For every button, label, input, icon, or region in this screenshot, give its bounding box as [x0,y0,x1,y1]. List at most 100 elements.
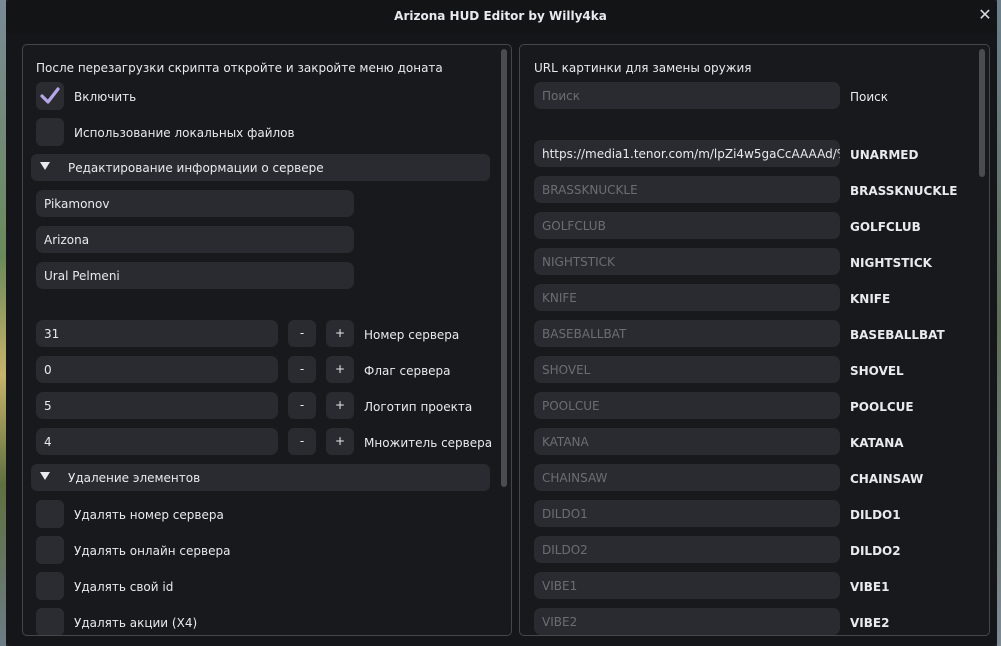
weapon-url-header: URL картинки для замены оружия [534,61,752,75]
server-multiplier-plus-button[interactable]: + [326,428,354,455]
weapon-label: KATANA [850,436,904,450]
weapon-label: BASEBALLBAT [850,328,945,342]
hud-editor-window: Arizona HUD Editor by Willy4ka ✕ После п… [6,0,997,646]
server-info-header-label: Редактирование информации о сервере [68,161,324,175]
remove-elements-header[interactable]: Удаление элементов [31,464,490,491]
weapon-url-panel: URL картинки для замены оружия Поиск Пои… [519,44,990,636]
project-logo-plus-button[interactable]: + [326,392,354,419]
server-flag-input[interactable]: 0 [36,356,278,383]
check-icon [40,87,60,104]
weapon-label: SHOVEL [850,364,904,378]
weapon-url-value: DILDO2 [542,543,588,557]
server-multiplier-minus-button[interactable]: - [288,428,316,455]
weapon-url-input[interactable]: BRASSKNUCKLE [534,176,840,203]
weapon-label: CHAINSAW [850,472,924,486]
server-flag-plus-button[interactable]: + [326,356,354,383]
weapon-url-value: CHAINSAW [542,471,608,485]
server-number-input[interactable]: 31 [36,320,278,347]
weapon-url-value: POOLCUE [542,399,600,413]
project-logo-label: Логотип проекта [364,400,473,414]
reload-notice: После перезагрузки скрипта откройте и за… [36,61,443,75]
weapon-url-input[interactable]: POOLCUE [534,392,840,419]
weapon-url-value: https://media1.tenor.com/m/lpZi4w5gaCcAA… [542,147,840,161]
right-scrollbar[interactable] [979,49,985,177]
field-value: Arizona [44,233,90,247]
enable-label: Включить [74,90,137,104]
weapon-label: KNIFE [850,292,891,306]
weapon-url-value: VIBE2 [542,615,578,629]
weapon-label: VIBE1 [850,580,890,594]
field-value: Ural Pelmeni [44,269,120,283]
weapon-url-input[interactable]: CHAINSAW [534,464,840,491]
weapon-label: GOLFCLUB [850,220,921,234]
window-title: Arizona HUD Editor by Willy4ka [394,9,607,23]
weapon-label: VIBE2 [850,616,890,630]
remove-server-online-label: Удалять онлайн сервера [74,544,231,558]
remove-promo-label: Удалять акции (X4) [74,616,198,630]
remove-own-id-label: Удалять свой id [74,580,174,594]
server-number-label: Номер сервера [364,328,460,342]
stepper-value: 31 [44,327,60,341]
stepper-value: 5 [44,399,52,413]
project-logo-minus-button[interactable]: - [288,392,316,419]
weapon-url-input[interactable]: https://media1.tenor.com/m/lpZi4w5gaCcAA… [534,140,840,167]
server-name-field-3[interactable]: Ural Pelmeni [36,262,354,289]
remove-server-number-label: Удалять номер сервера [74,508,224,522]
weapon-url-input[interactable]: GOLFCLUB [534,212,840,239]
server-number-plus-button[interactable]: + [326,320,354,347]
weapon-url-input[interactable]: NIGHTSTICK [534,248,840,275]
background-game-right [997,0,1001,646]
weapon-url-input[interactable]: BASEBALLBAT [534,320,840,347]
field-value: Pikamonov [44,197,110,211]
stepper-value: 4 [44,435,52,449]
weapon-label: BRASSKNUCKLE [850,184,958,198]
weapon-url-value: BASEBALLBAT [542,327,627,341]
weapon-url-input[interactable]: VIBE2 [534,608,840,635]
project-logo-input[interactable]: 5 [36,392,278,419]
search-label: Поиск [850,90,889,104]
left-scrollbar[interactable] [501,49,507,487]
server-name-field-1[interactable]: Pikamonov [36,190,354,217]
weapon-url-input[interactable]: SHOVEL [534,356,840,383]
remove-server-number-checkbox[interactable] [36,500,64,528]
weapon-url-value: KATANA [542,435,589,449]
weapon-label: POOLCUE [850,400,914,414]
weapon-url-input[interactable]: KNIFE [534,284,840,311]
weapon-label: DILDO2 [850,544,901,558]
search-placeholder: Поиск [542,89,581,103]
server-number-minus-button[interactable]: - [288,320,316,347]
server-info-header[interactable]: Редактирование информации о сервере [31,154,490,181]
weapon-url-value: KNIFE [542,291,577,305]
title-bar[interactable]: Arizona HUD Editor by Willy4ka ✕ [6,0,997,33]
server-multiplier-label: Множитель сервера [364,436,493,450]
server-name-field-2[interactable]: Arizona [36,226,354,253]
weapon-url-input[interactable]: VIBE1 [534,572,840,599]
weapon-label: DILDO1 [850,508,901,522]
local-files-label: Использование локальных файлов [74,126,295,140]
triangle-down-icon [40,162,50,170]
server-multiplier-input[interactable]: 4 [36,428,278,455]
weapon-url-value: BRASSKNUCKLE [542,183,638,197]
stepper-value: 0 [44,363,52,377]
weapon-label: UNARMED [850,148,919,162]
remove-own-id-checkbox[interactable] [36,572,64,600]
weapon-url-input[interactable]: DILDO2 [534,536,840,563]
weapon-url-value: GOLFCLUB [542,219,606,233]
weapon-url-input[interactable]: DILDO1 [534,500,840,527]
close-icon[interactable]: ✕ [977,7,993,23]
server-flag-minus-button[interactable]: - [288,356,316,383]
weapon-url-value: DILDO1 [542,507,588,521]
enable-checkbox[interactable] [36,82,64,110]
remove-server-online-checkbox[interactable] [36,536,64,564]
remove-elements-header-label: Удаление элементов [68,471,201,485]
settings-panel: После перезагрузки скрипта откройте и за… [22,44,512,636]
weapon-url-input[interactable]: KATANA [534,428,840,455]
weapon-url-value: VIBE1 [542,579,578,593]
remove-promo-checkbox[interactable] [36,608,64,635]
triangle-down-icon [40,472,50,480]
search-input[interactable]: Поиск [534,82,840,109]
local-files-checkbox[interactable] [36,118,64,146]
weapon-url-value: NIGHTSTICK [542,255,615,269]
weapon-label: NIGHTSTICK [850,256,932,270]
weapon-url-value: SHOVEL [542,363,591,377]
